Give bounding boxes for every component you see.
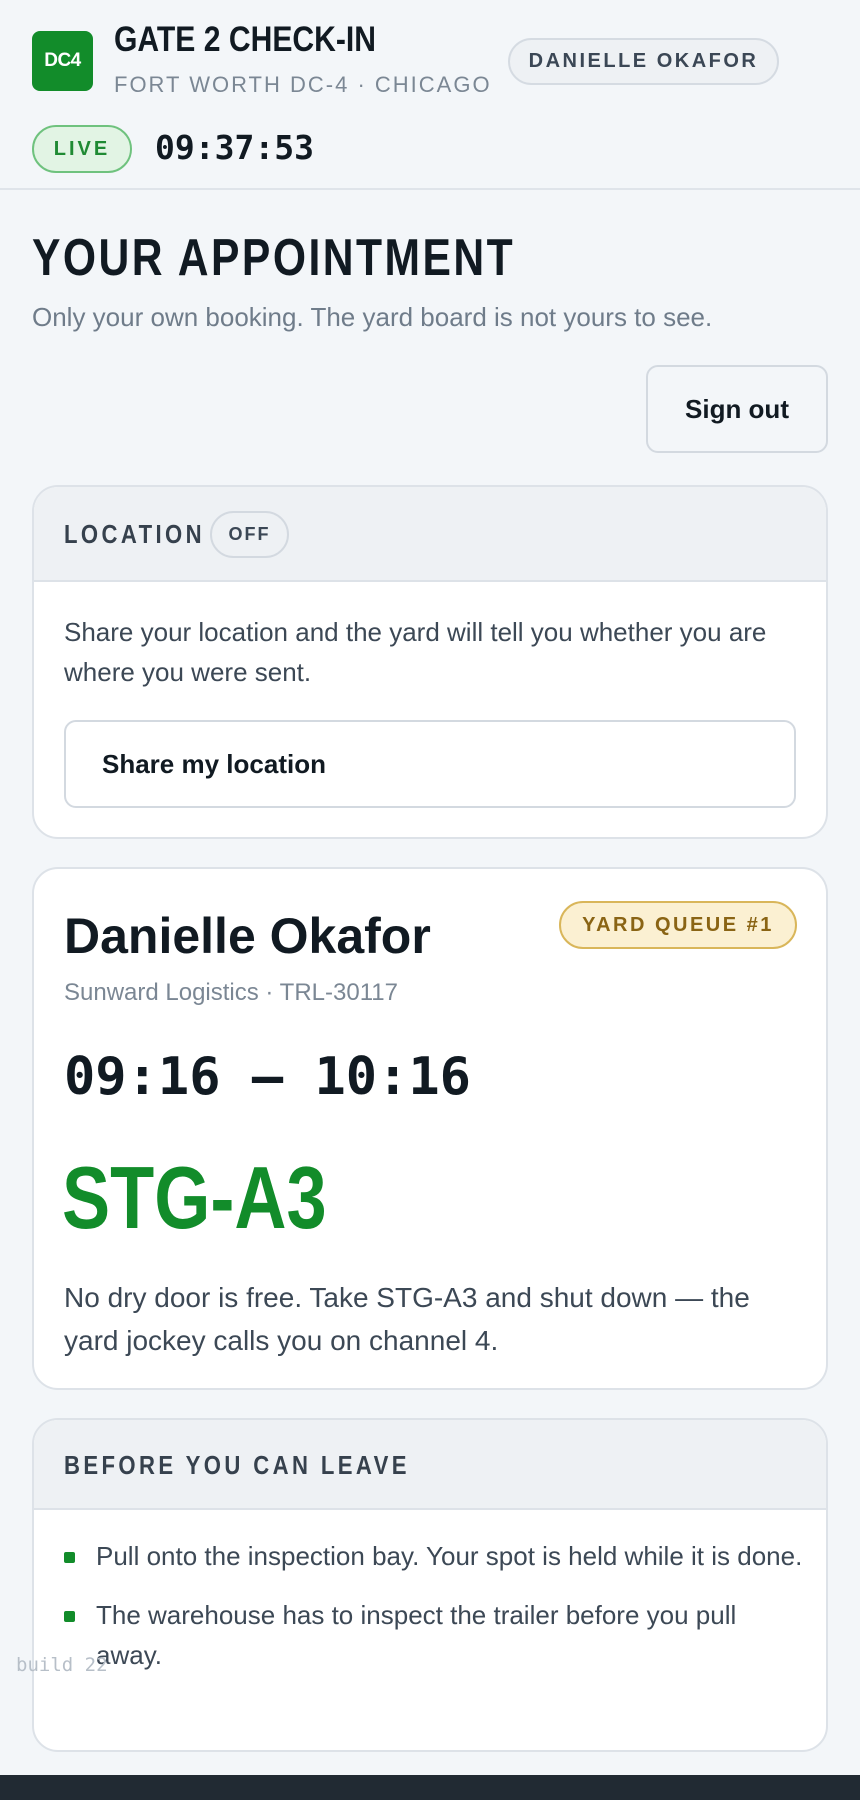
page-subtitle: Only your own booking. The yard board is… bbox=[32, 302, 713, 332]
location-status-badge: OFF bbox=[210, 511, 289, 558]
bullet-icon bbox=[64, 1611, 75, 1622]
driver-name: Danielle Okafor bbox=[64, 908, 431, 964]
footer-bar bbox=[0, 1775, 860, 1800]
location-description: Share your location and the yard will te… bbox=[64, 617, 767, 687]
app-header: DC4 GATE 2 CHECK-IN FORT WORTH DC-4 · CH… bbox=[0, 0, 860, 190]
before-leave-list: Pull onto the inspection bay. Your spot … bbox=[64, 1536, 804, 1694]
facility-subtitle: FORT WORTH DC-4 · CHICAGO bbox=[114, 72, 492, 97]
list-item: Pull onto the inspection bay. Your spot … bbox=[64, 1536, 804, 1576]
page-title: YOUR APPOINTMENT bbox=[32, 229, 516, 287]
sign-out-button[interactable]: Sign out bbox=[646, 365, 828, 453]
before-leave-title: BEFORE YOU CAN LEAVE bbox=[64, 1450, 410, 1480]
carrier-trailer-line: Sunward Logistics · TRL-30117 bbox=[64, 979, 398, 1006]
build-label: build 22 bbox=[16, 1654, 108, 1676]
bullet-icon bbox=[64, 1552, 75, 1563]
location-card-header: LOCATION OFF bbox=[34, 487, 826, 582]
list-item: The warehouse has to inspect the trailer… bbox=[64, 1595, 804, 1675]
dc4-logo: DC4 bbox=[32, 31, 93, 91]
location-card: LOCATION OFF Share your location and the… bbox=[32, 485, 828, 839]
share-location-label: Share my location bbox=[102, 748, 326, 779]
list-item-text: The warehouse has to inspect the trailer… bbox=[96, 1600, 737, 1670]
before-leave-card: BEFORE YOU CAN LEAVE Pull onto the inspe… bbox=[32, 1418, 828, 1752]
appointment-time-window: 09:16 – 10:16 bbox=[64, 1047, 471, 1107]
before-leave-header: BEFORE YOU CAN LEAVE bbox=[34, 1420, 826, 1510]
list-item-text: Pull onto the inspection bay. Your spot … bbox=[96, 1541, 803, 1571]
share-location-button[interactable]: Share my location bbox=[64, 720, 796, 808]
live-clock: 09:37:53 bbox=[155, 128, 314, 167]
location-title: LOCATION bbox=[64, 519, 205, 549]
gate-title: GATE 2 CHECK-IN bbox=[114, 20, 377, 59]
appointment-card: Danielle Okafor YARD QUEUE #1 Sunward Lo… bbox=[32, 867, 828, 1390]
live-status-badge: LIVE bbox=[32, 125, 132, 173]
user-name-badge: DANIELLE OKAFOR bbox=[508, 38, 779, 85]
yard-queue-badge: YARD QUEUE #1 bbox=[559, 901, 797, 949]
assignment-instruction: No dry door is free. Take STG-A3 and shu… bbox=[64, 1282, 750, 1356]
assigned-location: STG-A3 bbox=[62, 1148, 327, 1247]
